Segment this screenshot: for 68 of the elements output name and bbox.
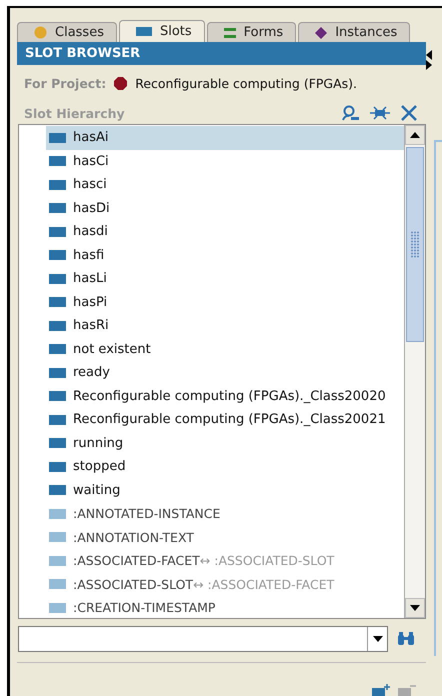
down-arrow-icon[interactable] <box>410 605 420 611</box>
tree-item[interactable]: :ANNOTATION-TEXT <box>46 526 404 549</box>
section-label: Slot Hierarchy <box>24 106 125 121</box>
hexagon-icon <box>114 76 128 90</box>
slot-icon <box>136 27 152 36</box>
search-field[interactable] <box>18 626 388 652</box>
left-arrow-icon[interactable] <box>426 50 432 60</box>
add-slot-icon[interactable] <box>372 684 390 696</box>
close-icon[interactable] <box>400 105 418 121</box>
find-person-icon[interactable] <box>342 105 360 121</box>
tree-item[interactable]: ready <box>46 361 404 384</box>
slot-icon <box>49 556 66 566</box>
binoculars-icon[interactable] <box>397 632 415 646</box>
slot-icon <box>49 368 66 378</box>
slot-icon <box>49 462 66 472</box>
slot-icon <box>49 132 66 143</box>
tree-item[interactable]: hasfi <box>46 244 404 267</box>
slot-icon <box>49 274 66 284</box>
form-icon <box>224 26 236 38</box>
slot-icon <box>49 226 66 237</box>
tree-item[interactable]: :ASSOCIATED-FACET↔ :ASSOCIATED-SLOT <box>46 549 404 572</box>
tree-item[interactable]: hasRi <box>46 314 404 338</box>
slot-icon <box>49 485 66 496</box>
dropdown-arrow-icon[interactable] <box>372 636 382 642</box>
project-label: For Project: <box>24 76 106 90</box>
tree-item[interactable]: hasDi <box>46 196 404 220</box>
tab[interactable]: Slots <box>118 20 205 42</box>
tree-item[interactable]: hasLi <box>46 267 404 290</box>
tree-item[interactable]: running <box>46 432 404 455</box>
tree-item[interactable]: :CREATION-TIMESTAMP <box>46 596 404 618</box>
slot-icon <box>49 297 66 308</box>
project-name: Reconfigurable computing (FPGAs). <box>135 76 358 90</box>
slot-icon <box>49 344 66 354</box>
slot-icon <box>49 414 66 425</box>
slot-icon <box>49 180 66 190</box>
tree-item[interactable]: waiting <box>46 478 404 502</box>
slot-icon <box>49 438 66 448</box>
tree-item[interactable]: :ANNOTATED-INSTANCE <box>46 502 404 526</box>
tree-item[interactable]: :ASSOCIATED-SLOT↔ :ASSOCIATED-FACET <box>46 572 404 596</box>
slot-icon <box>49 532 66 542</box>
tree-item[interactable]: stopped <box>46 455 404 478</box>
tab[interactable]: Classes <box>17 22 117 42</box>
diamond-icon <box>315 26 328 38</box>
right-arrow-icon[interactable] <box>426 60 432 70</box>
slot-icon <box>49 250 66 260</box>
tree-item[interactable]: hasCi <box>46 150 404 173</box>
slot-icon <box>49 579 66 590</box>
circle-icon <box>34 26 47 39</box>
tab[interactable]: Instances <box>298 22 410 42</box>
slot-icon <box>49 156 66 166</box>
up-arrow-icon[interactable] <box>410 132 420 138</box>
slot-icon <box>49 602 66 613</box>
tree-item[interactable]: Reconfigurable computing (FPGAs)._Class20021 <box>46 408 404 432</box>
tree-item[interactable]: hasAi <box>46 126 404 150</box>
bug-icon[interactable] <box>370 105 390 121</box>
slot-icon <box>49 203 66 214</box>
panel-title: SLOT BROWSER <box>17 42 426 65</box>
scrollbar-thumb[interactable] <box>406 147 424 342</box>
tab[interactable]: Forms <box>206 22 296 42</box>
tree-item[interactable]: hasPi <box>46 290 404 314</box>
slot-icon <box>49 508 66 519</box>
tree-item[interactable]: hasci <box>46 173 404 196</box>
scrollbar[interactable] <box>404 125 425 618</box>
slot-icon <box>49 320 66 331</box>
tree-item[interactable]: Reconfigurable computing (FPGAs)._Class20020 <box>46 384 404 408</box>
slot-icon <box>49 391 66 402</box>
tree-item[interactable]: hasdi <box>46 220 404 244</box>
tree-item[interactable]: not existent <box>46 338 404 361</box>
